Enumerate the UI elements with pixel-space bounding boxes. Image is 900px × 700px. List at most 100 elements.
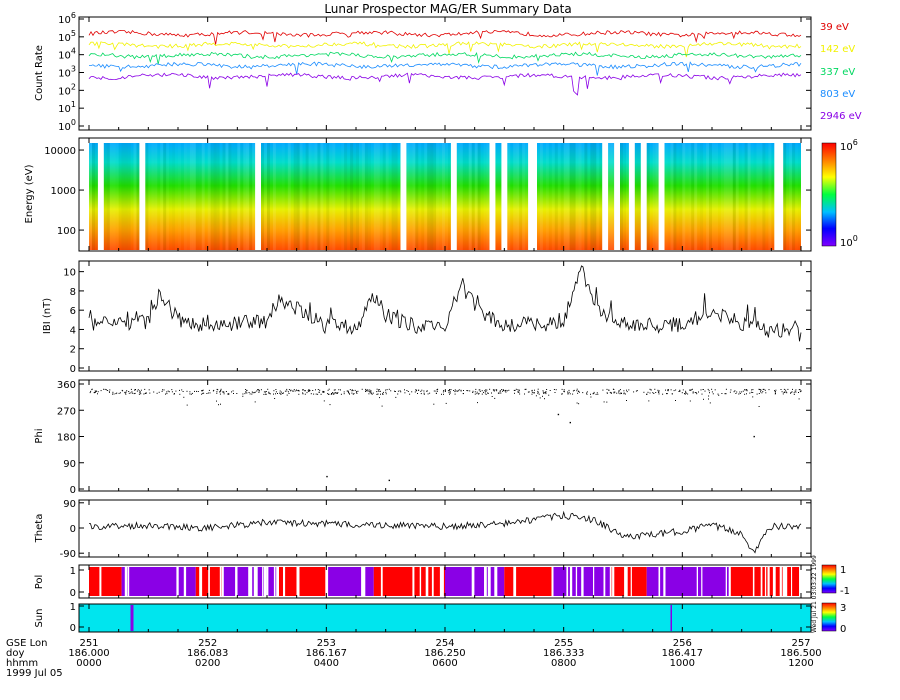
phi-point <box>492 389 494 391</box>
spectrogram-column <box>569 143 573 250</box>
spectrogram-column <box>726 143 730 250</box>
phi-point <box>376 388 378 390</box>
phi-point <box>798 389 800 390</box>
phi-point <box>610 392 612 394</box>
spectrogram-column <box>192 143 196 250</box>
phi-point <box>542 395 543 397</box>
spectrogram-column <box>92 143 95 250</box>
phi-point <box>268 392 270 394</box>
phi-point <box>417 393 418 394</box>
sun-colorbar-top: 3 <box>840 603 846 614</box>
phi-point <box>94 392 96 394</box>
phi-point <box>505 391 507 393</box>
phi-point <box>320 393 322 395</box>
count-rate-panel: 100 101 102 103 104 105 106 Count Rate 39 eV 1… <box>34 11 862 133</box>
y-tick-label: 0 <box>70 623 76 634</box>
phi-point <box>223 391 225 393</box>
phi-point <box>623 390 625 392</box>
phi-point <box>131 391 133 393</box>
phi-point <box>489 388 491 390</box>
phi-point <box>265 393 267 395</box>
phi-point <box>433 390 435 392</box>
pol-gap <box>779 567 782 596</box>
spectrogram-column <box>634 143 638 250</box>
spectrogram-column <box>608 143 612 250</box>
spectrogram-column <box>133 143 137 250</box>
phi-point <box>475 388 477 390</box>
count-rate-series <box>88 72 802 96</box>
phi-point <box>269 393 271 395</box>
spectrogram-column <box>759 143 763 250</box>
phi-point <box>397 393 399 395</box>
data-gap <box>450 143 457 250</box>
spectrogram-column <box>474 143 478 250</box>
spectrogram-column <box>252 143 256 250</box>
x-tick-label: 0000 <box>76 658 101 669</box>
spectrogram-column <box>650 143 653 250</box>
phi-point <box>491 392 492 394</box>
pol-gap <box>440 567 444 596</box>
y-tick-label: 10000 <box>44 146 76 157</box>
phi-point <box>365 388 367 390</box>
phi-point <box>329 404 331 406</box>
phi-point <box>527 391 529 393</box>
pol-gap <box>219 567 222 596</box>
pol-gap <box>439 567 441 596</box>
spectrogram-column <box>287 143 291 250</box>
spectrogram-column <box>665 143 668 250</box>
pol-gap <box>283 567 286 596</box>
spectrogram-column <box>323 143 326 250</box>
spectrogram-column <box>293 143 297 250</box>
phi-point <box>704 390 706 392</box>
spectrogram-column <box>175 143 178 250</box>
phi-point <box>233 393 234 394</box>
spectrogram-column <box>195 143 199 250</box>
phi-point <box>590 393 591 395</box>
phi-outlier <box>569 421 571 424</box>
phi-point <box>711 391 713 393</box>
phi-point <box>531 391 533 393</box>
phi-point <box>649 392 651 394</box>
phi-point <box>692 392 694 394</box>
spectrogram-column <box>367 143 371 250</box>
phi-point <box>514 392 515 394</box>
pol-gap <box>772 567 776 596</box>
phi-point <box>365 391 367 392</box>
phi-point <box>498 392 500 394</box>
spectrogram-column <box>421 143 424 250</box>
phi-point <box>307 390 309 392</box>
phi-point <box>246 390 248 391</box>
spectrogram-column <box>670 143 674 250</box>
spectrogram-column <box>742 143 745 250</box>
phi-point <box>175 390 177 392</box>
spectrogram-column <box>380 143 383 250</box>
phi-ylabel: Phi <box>34 428 45 443</box>
phi-point <box>216 392 218 394</box>
phi-point <box>397 390 399 392</box>
pol-gap <box>484 567 487 596</box>
pol-gap <box>752 567 755 596</box>
phi-point <box>201 393 203 395</box>
pol-gap <box>612 567 615 596</box>
phi-point <box>553 389 555 390</box>
pol-gap <box>183 567 187 596</box>
spectrogram-column <box>445 143 448 250</box>
phi-point <box>774 393 776 395</box>
spectrogram-column <box>210 143 214 250</box>
spectrogram-column <box>112 143 116 250</box>
spectrogram-column <box>115 143 119 250</box>
phi-point <box>91 389 93 391</box>
spectrogram-column <box>554 143 558 250</box>
phi-point <box>597 393 599 395</box>
pol-gap <box>728 567 731 596</box>
phi-outlier <box>753 435 755 438</box>
phi-point <box>708 398 709 400</box>
spectrogram-column <box>332 143 336 250</box>
phi-point <box>273 390 275 392</box>
phi-point <box>567 391 569 393</box>
pol-gap <box>514 567 517 596</box>
phi-point <box>189 391 191 393</box>
phi-point <box>730 389 732 391</box>
y-tick-label: 6 <box>70 306 76 317</box>
phi-point <box>427 393 429 395</box>
